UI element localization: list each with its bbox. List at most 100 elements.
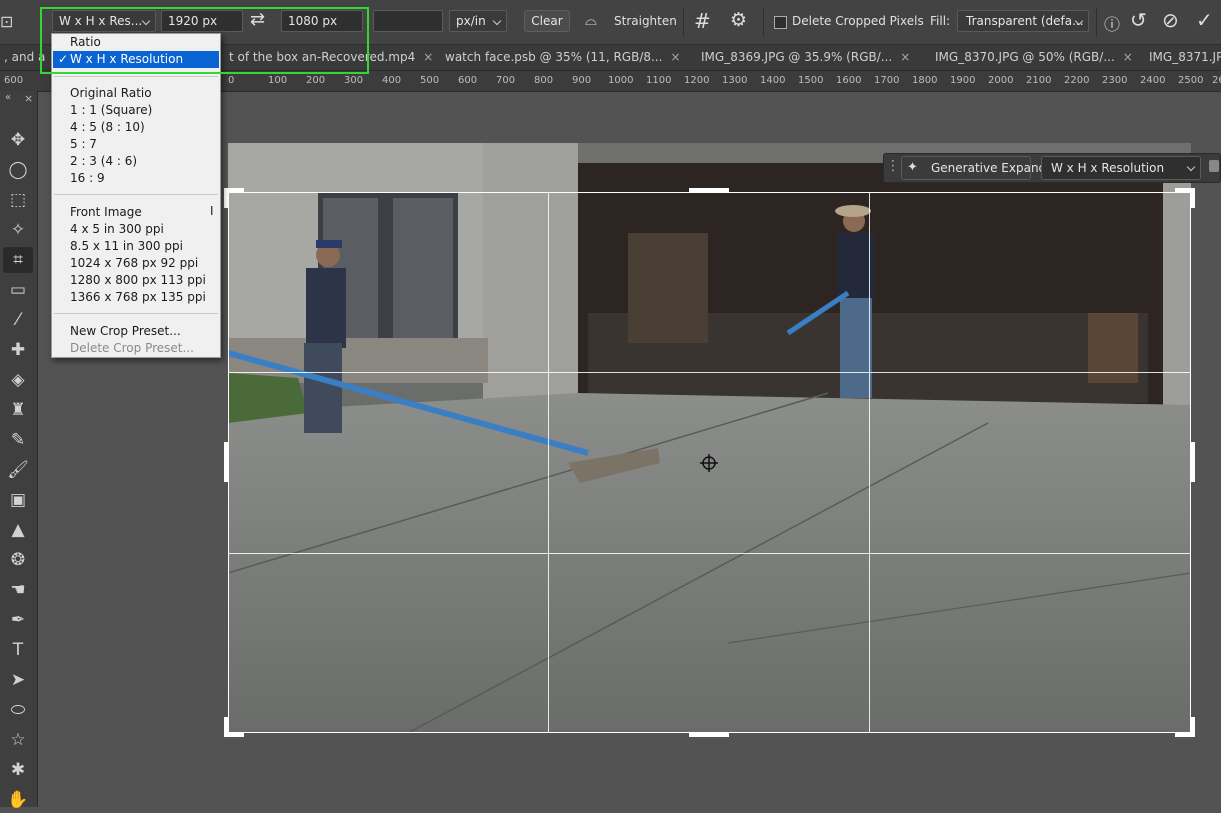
crop-handle-left-middle[interactable] (224, 442, 228, 482)
sponge-icon[interactable]: ❂ (3, 547, 33, 573)
magic-wand-icon[interactable]: ✧ (3, 217, 33, 243)
resolution-input[interactable] (373, 10, 443, 32)
tab-doc-3[interactable]: watch face.psb @ 35% (11, RGB/8... × (437, 45, 695, 70)
more-options-icon[interactable] (1209, 160, 1219, 172)
units-select[interactable]: px/in (449, 10, 507, 32)
preset-item[interactable]: 1 : 1 (Square) (70, 102, 152, 119)
hand-icon[interactable]: ✋ (3, 787, 33, 813)
preset-item-label: Original Ratio (70, 86, 152, 100)
triangle-icon[interactable]: ▲ (3, 517, 33, 543)
straighten-icon[interactable]: ⌓ (585, 11, 597, 29)
crop-handle-top-right-v[interactable] (1191, 188, 1195, 208)
tab-doc-6[interactable]: IMG_8371.JP (1141, 45, 1221, 70)
info-icon[interactable]: ⓘ (1104, 11, 1120, 35)
preset-item-label: 8.5 x 11 in 300 ppi (70, 239, 183, 253)
healing-brush-icon[interactable]: ✚ (3, 337, 33, 363)
reset-icon[interactable]: ↺ (1130, 8, 1147, 32)
ellipse-icon[interactable]: ⬭ (3, 697, 33, 723)
gradient-icon[interactable]: ▣ (3, 487, 33, 513)
menu-separator (54, 76, 218, 77)
highlight-annotation (40, 7, 369, 74)
type-icon[interactable]: T (3, 637, 33, 663)
preset-item-label: Front Image (70, 205, 142, 219)
preset-item[interactable]: Original Ratio (70, 85, 152, 102)
ruler-tick-label: 2100 (1026, 75, 1052, 86)
settings-gear-icon[interactable]: ⚙ (730, 9, 747, 31)
fill-value: Transparent (defa... (966, 14, 1084, 28)
path-select-icon[interactable]: ➤ (3, 667, 33, 693)
ruler-tick-label: 1700 (874, 75, 900, 86)
pen-icon[interactable]: ✒ (3, 607, 33, 633)
smudge-icon[interactable]: ☚ (3, 577, 33, 603)
tab-close-icon[interactable]: × (670, 50, 680, 64)
straighten-label[interactable]: Straighten (614, 14, 677, 28)
preset-item[interactable]: 2 : 3 (4 : 6) (70, 153, 137, 170)
preset-item[interactable]: 4 x 5 in 300 ppi (70, 221, 164, 238)
overlay-grid-icon[interactable]: # (694, 9, 711, 33)
tab-close-icon[interactable]: × (1123, 50, 1133, 64)
stamp-icon[interactable]: ♜ (3, 397, 33, 423)
custom-shape-icon[interactable]: ✱ (3, 757, 33, 783)
ruler-tick-label: 600 (458, 75, 478, 86)
brush-icon[interactable]: ✎ (3, 427, 33, 453)
crop-preset-dropdown: Ratio ✓ W x H x Resolution Original Ratio 1 … (51, 33, 221, 358)
object-select-icon[interactable]: ⬚ (3, 187, 33, 213)
fill-select[interactable]: Transparent (defa... (957, 10, 1089, 32)
ruler-tick-label: 26 (1212, 75, 1221, 86)
ruler-tick-label: 1100 (646, 75, 672, 86)
preset-item[interactable]: 8.5 x 11 in 300 ppi (70, 238, 183, 255)
text-cursor-icon: I (210, 204, 214, 218)
drag-grip-icon[interactable]: ⋮ (886, 158, 900, 174)
delete-cropped-checkbox[interactable] (774, 16, 787, 29)
ruler-tick-label: 2200 (1064, 75, 1090, 86)
preset-item[interactable]: New Crop Preset... (70, 323, 181, 340)
tab-close-icon[interactable]: × (423, 50, 433, 64)
taskbar-preset-select[interactable]: W x H x Resolution (1041, 156, 1201, 180)
close-panel-icon[interactable]: × (24, 92, 33, 105)
eyedropper-icon[interactable]: ⁄ (3, 307, 33, 333)
crop-icon[interactable]: ⌗ (3, 247, 33, 273)
preset-item-label: Delete Crop Preset... (70, 341, 194, 355)
paintbrush-icon[interactable]: 🖌 (3, 457, 33, 483)
preset-item-label: New Crop Preset... (70, 324, 181, 338)
preset-item[interactable]: 16 : 9 (70, 170, 105, 187)
crop-handle-bottom-right-v[interactable] (1191, 717, 1195, 737)
ruler-tick-label: 300 (344, 75, 364, 86)
clear-button[interactable]: Clear (524, 10, 570, 32)
preset-item[interactable]: Front Image (70, 204, 142, 221)
tab-close-icon[interactable]: × (900, 50, 910, 64)
ruler-tick-label: 1800 (912, 75, 938, 86)
crop-handle-top-left-v[interactable] (224, 188, 228, 208)
preset-item-label: 1366 x 768 px 135 ppi (70, 290, 206, 304)
tab-doc-5[interactable]: IMG_8370.JPG @ 50% (RGB/... × (927, 45, 1147, 70)
ruler-tick-label: 1400 (760, 75, 786, 86)
preset-item[interactable]: 5 : 7 (70, 136, 97, 153)
ruler-tick-label: 2400 (1140, 75, 1166, 86)
marquee-ellipse-icon[interactable]: ◯ (3, 157, 33, 183)
move-icon[interactable]: ✥ (3, 127, 33, 153)
delete-cropped-label: Delete Cropped Pixels (792, 14, 924, 28)
preset-item[interactable]: 4 : 5 (8 : 10) (70, 119, 145, 136)
preset-item[interactable]: 1280 x 800 px 113 ppi (70, 272, 206, 289)
ruler-icon[interactable]: ▭ (3, 277, 33, 303)
tab-label: IMG_8369.JPG @ 35.9% (RGB/... (701, 50, 893, 64)
patch-icon[interactable]: ◈ (3, 367, 33, 393)
commit-check-icon[interactable]: ✓ (1196, 8, 1213, 32)
tab-doc-4[interactable]: IMG_8369.JPG @ 35.9% (RGB/... × (693, 45, 933, 70)
preset-item[interactable]: 1366 x 768 px 135 ppi (70, 289, 206, 306)
collapse-icon[interactable]: « (5, 92, 11, 103)
cancel-icon[interactable]: ⊘ (1162, 8, 1179, 32)
crop-handle-top-middle[interactable] (689, 188, 729, 192)
preset-item-label: 4 x 5 in 300 ppi (70, 222, 164, 236)
ruler-tick-label: 1900 (950, 75, 976, 86)
ruler-tick-label: 1500 (798, 75, 824, 86)
crop-handle-right-middle[interactable] (1191, 442, 1195, 482)
ruler-tick-label: 2300 (1102, 75, 1128, 86)
crop-center-target-icon[interactable] (700, 454, 718, 472)
star-icon[interactable]: ☆ (3, 727, 33, 753)
preset-item[interactable]: 1024 x 768 px 92 ppi (70, 255, 198, 272)
ruler-tick-label: 2500 (1178, 75, 1204, 86)
crop-handle-bottom-left-v[interactable] (224, 717, 228, 737)
crop-handle-bottom-middle[interactable] (689, 733, 729, 737)
generative-expand-button[interactable]: ✦ Generative Expand (901, 156, 1046, 180)
